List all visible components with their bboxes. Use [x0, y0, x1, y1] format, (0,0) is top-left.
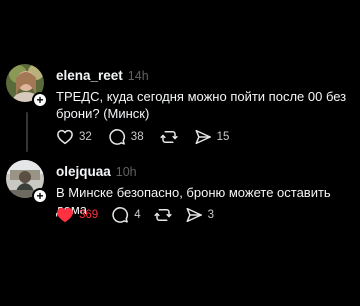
reply-count: 38	[130, 131, 144, 143]
post-actions: 369 4 3	[56, 206, 227, 224]
speech-bubble-icon	[111, 206, 129, 224]
send-icon	[185, 206, 203, 224]
like-button[interactable]: 32	[56, 128, 92, 146]
like-count: 369	[79, 209, 99, 221]
repost-button[interactable]	[159, 128, 178, 146]
username[interactable]: elena_reet	[56, 68, 123, 83]
reply-count: 4	[134, 209, 141, 221]
thread-connector-line	[26, 112, 28, 152]
speech-bubble-icon	[108, 128, 126, 146]
like-button[interactable]: 369	[56, 206, 98, 224]
follow-plus-icon[interactable]: +	[32, 92, 48, 108]
post-header: olejquaa 10h	[56, 164, 137, 179]
avatar-container: +	[6, 160, 48, 204]
heart-icon	[56, 206, 74, 224]
share-count: 3	[207, 209, 214, 221]
share-count: 15	[216, 131, 230, 143]
post-header: elena_reet 14h	[56, 68, 149, 83]
username[interactable]: olejquaa	[56, 164, 111, 179]
send-icon	[194, 128, 212, 146]
repost-icon	[159, 128, 178, 146]
avatar-container: +	[6, 64, 48, 108]
post-actions: 32 38 15	[56, 128, 245, 146]
share-button[interactable]: 15	[194, 128, 230, 146]
like-count: 32	[79, 131, 92, 143]
post-time: 14h	[127, 69, 149, 83]
repost-icon	[153, 206, 172, 224]
reply-button[interactable]: 4	[111, 206, 141, 224]
heart-icon	[56, 128, 74, 146]
share-button[interactable]: 3	[185, 206, 214, 224]
repost-button[interactable]	[153, 206, 172, 224]
follow-plus-icon[interactable]: +	[32, 188, 48, 204]
post-text: ТРЕДС, куда сегодня можно пойти после 00…	[56, 89, 347, 121]
post-time: 10h	[115, 165, 137, 179]
reply-button[interactable]: 38	[108, 128, 144, 146]
